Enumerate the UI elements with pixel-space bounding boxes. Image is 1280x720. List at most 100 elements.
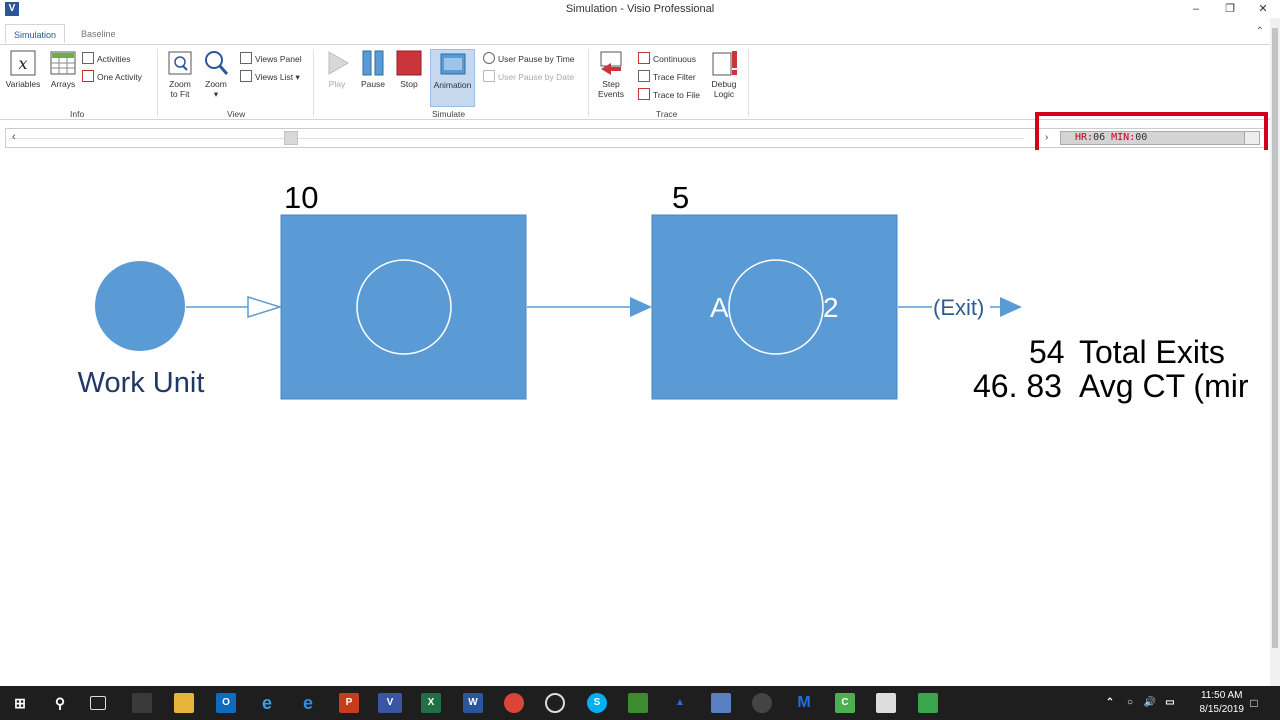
tab-simulation[interactable]: Simulation — [5, 24, 66, 44]
network-app-icon[interactable] — [711, 693, 731, 713]
trace-filter-button[interactable]: Trace Filter — [638, 70, 696, 86]
notifications-icon[interactable]: □ — [1244, 693, 1264, 713]
views-panel-button[interactable]: Views Panel — [240, 52, 302, 68]
title-bar: V Simulation - Visio Professional – ❐ ✕ — [0, 0, 1280, 18]
collapse-ribbon-icon[interactable]: ⌃ — [1256, 26, 1264, 37]
variables-button[interactable]: x Variables — [3, 49, 43, 105]
zoom-button[interactable]: Zoom ▾ — [198, 49, 234, 105]
animation-button[interactable]: Animation — [430, 49, 475, 107]
vertical-scrollbar[interactable] — [1270, 18, 1280, 686]
green-app-icon[interactable] — [918, 693, 938, 713]
views-list-button[interactable]: Views List ▾ — [240, 70, 300, 86]
process-box-2[interactable] — [651, 214, 898, 400]
activities-icon — [82, 52, 94, 64]
close-button[interactable]: ✕ — [1248, 1, 1278, 17]
word-icon[interactable]: W — [463, 693, 483, 713]
camtasia-icon[interactable]: C — [835, 693, 855, 713]
svg-text:x: x — [18, 54, 27, 73]
continuous-button[interactable]: Continuous — [638, 52, 696, 68]
avg-ct-value: 46. 83 — [973, 368, 1062, 404]
group-label-simulate: Simulate — [432, 109, 466, 119]
outlook-icon[interactable]: O — [216, 693, 236, 713]
step-events-icon — [597, 49, 625, 77]
trace-to-file-icon — [638, 88, 650, 100]
volume-icon[interactable]: 🔊 — [1140, 693, 1160, 713]
views-panel-icon — [240, 52, 252, 64]
vertical-scroll-thumb[interactable] — [1272, 28, 1278, 648]
process-diagram: Work Unit 10 5 A 2 (Exit) 54 Total Exits… — [78, 180, 1249, 404]
clapperboard-icon[interactable] — [876, 693, 896, 713]
stop-button[interactable]: Stop — [390, 49, 428, 105]
play-icon — [323, 49, 351, 77]
chart-app-icon[interactable] — [628, 693, 648, 713]
stop-icon — [395, 49, 423, 77]
calendar-icon — [483, 70, 495, 82]
continuous-icon — [638, 52, 650, 64]
zoom-to-fit-button[interactable]: Zoom to Fit — [161, 49, 199, 105]
network-tray-icon[interactable]: ○ — [1120, 693, 1140, 713]
visio-taskbar-icon[interactable]: V — [378, 693, 402, 713]
user-pause-by-time-button[interactable]: User Pause by Time — [483, 52, 575, 68]
pause-icon — [359, 49, 387, 77]
trace-filter-icon — [638, 70, 650, 82]
chevron-down-icon: ▾ — [295, 72, 300, 82]
avg-ct-label: Avg CT (mir — [1079, 368, 1249, 404]
activities-button[interactable]: Activities — [82, 52, 131, 68]
debug-logic-button[interactable]: Debug Logic — [705, 49, 743, 105]
task-view-icon[interactable] — [90, 696, 106, 710]
store-icon[interactable] — [132, 693, 152, 713]
group-separator — [588, 49, 589, 117]
work-unit-label: Work Unit — [78, 367, 205, 399]
taskbar-clock[interactable]: 11:50 AM 8/15/2019 — [1200, 689, 1245, 717]
m-app-icon[interactable]: M — [794, 693, 814, 713]
triangle-app-icon[interactable]: ▲ — [670, 693, 690, 713]
pause-button[interactable]: Pause — [354, 49, 392, 105]
taskbar: ⊞ ⚲ O e e P V X W S ▲ M C ⌃ ○ 🔊 ▭ 11:50 … — [0, 686, 1280, 720]
edge-icon[interactable]: e — [298, 693, 318, 713]
ribbon: x Variables Arrays Activities One Activi… — [0, 44, 1270, 120]
tab-baseline[interactable]: Baseline — [73, 24, 124, 44]
ribbon-tabs: Simulation Baseline — [0, 22, 1280, 44]
internet-explorer-icon[interactable]: e — [257, 693, 277, 713]
one-activity-icon — [82, 70, 94, 82]
play-button[interactable]: Play — [318, 49, 356, 105]
restore-button[interactable]: ❐ — [1215, 1, 1245, 17]
file-explorer-icon[interactable] — [174, 693, 194, 713]
box2-right-label: 2 — [823, 292, 839, 323]
magnifier-icon — [202, 49, 230, 77]
arrowhead-icon — [1000, 297, 1022, 317]
group-separator — [313, 49, 314, 117]
user-pause-by-date-button[interactable]: User Pause by Date — [483, 70, 574, 86]
skype-icon[interactable]: S — [587, 693, 607, 713]
window-title: Simulation - Visio Professional — [565, 3, 715, 15]
total-exits-label: Total Exits — [1079, 334, 1225, 370]
battery-icon[interactable]: ▭ — [1160, 693, 1180, 713]
zoom-to-fit-icon — [166, 49, 194, 77]
trace-to-file-button[interactable]: Trace to File — [638, 88, 700, 104]
arrays-icon — [49, 49, 77, 77]
arrays-button[interactable]: Arrays — [43, 49, 83, 105]
speedometer-icon[interactable] — [545, 693, 565, 713]
excel-icon[interactable]: X — [421, 693, 441, 713]
step-events-button[interactable]: Step Events — [592, 49, 630, 105]
chrome-icon[interactable] — [504, 693, 524, 713]
minimize-button[interactable]: – — [1181, 1, 1211, 17]
windows-start-icon[interactable]: ⊞ — [10, 693, 30, 713]
box2-left-label: A — [710, 292, 729, 323]
group-separator — [157, 49, 158, 117]
exit-label: (Exit) — [933, 295, 984, 320]
sonos-icon[interactable] — [752, 693, 772, 713]
scroll-left-icon[interactable]: ‹ — [12, 131, 16, 143]
scroll-track — [9, 138, 1024, 139]
powerpoint-icon[interactable]: P — [339, 693, 359, 713]
process-box-1[interactable] — [280, 214, 527, 400]
tray-chevron-icon[interactable]: ⌃ — [1100, 693, 1120, 713]
one-activity-button[interactable]: One Activity — [82, 70, 142, 86]
work-unit-source-shape[interactable] — [95, 261, 185, 351]
box1-count: 10 — [284, 180, 318, 215]
drawing-canvas[interactable]: Work Unit 10 5 A 2 (Exit) 54 Total Exits… — [0, 150, 1270, 686]
views-list-icon — [240, 70, 252, 82]
search-icon[interactable]: ⚲ — [50, 693, 70, 713]
clock-icon — [483, 52, 495, 64]
scroll-thumb[interactable] — [284, 131, 298, 145]
